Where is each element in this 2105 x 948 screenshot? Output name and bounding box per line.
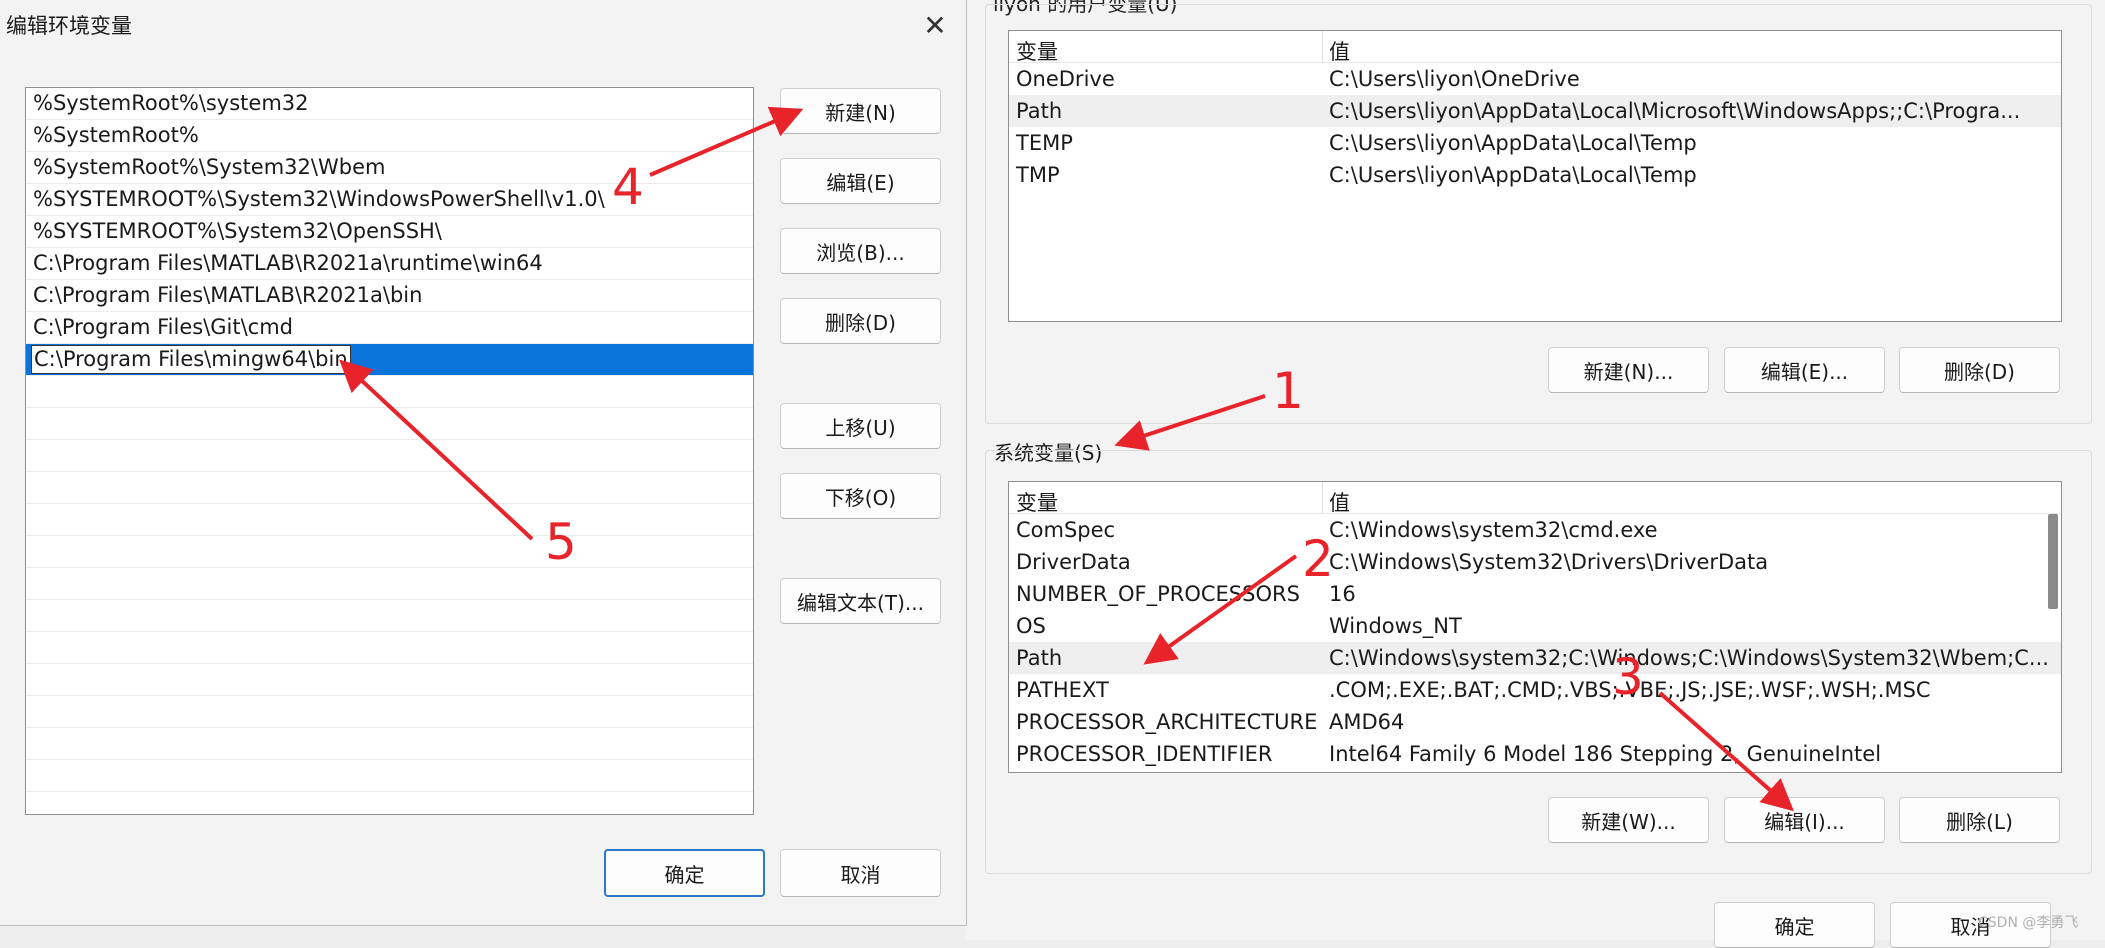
arrow-3 <box>1658 691 1794 812</box>
annotation-label-3: 3 <box>1612 648 1644 706</box>
annotation-label-2: 2 <box>1302 530 1334 588</box>
watermark: CSDN @李勇飞 <box>1978 915 2079 931</box>
arrow-1 <box>1114 394 1266 451</box>
annotation-label-1: 1 <box>1272 362 1304 420</box>
annotation-arrows <box>339 106 1794 812</box>
annotation-label-5: 5 <box>545 513 577 571</box>
annotation-label-4: 4 <box>612 158 644 216</box>
arrow-2 <box>1143 554 1298 665</box>
arrow-5 <box>339 359 534 541</box>
arrow-4 <box>649 106 804 177</box>
